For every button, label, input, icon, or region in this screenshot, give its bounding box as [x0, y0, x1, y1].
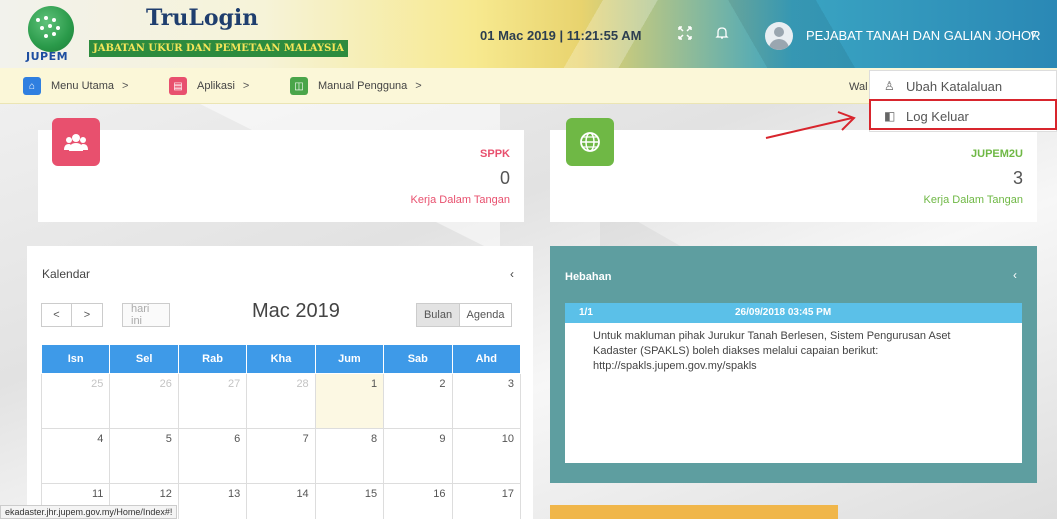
breadcrumb-label: Menu Utama: [51, 80, 114, 92]
month-view-button[interactable]: Bulan: [416, 303, 460, 327]
breadcrumb-separator: >: [415, 80, 422, 92]
day-header: Isn: [40, 344, 111, 374]
datetime: 01 Mac 2019 | 11:21:55 AM: [480, 28, 642, 43]
calendar-day[interactable]: 8: [314, 428, 385, 484]
book-icon: ◫: [290, 77, 308, 95]
breadcrumb-label: Aplikasi: [197, 80, 235, 92]
welcome-text: Wal: [849, 81, 868, 93]
day-header: Rab: [177, 344, 248, 374]
status-bar-url: ekadaster.jhr.jupem.gov.my/Home/Index#!: [0, 505, 178, 519]
globe-icon: [566, 118, 614, 166]
day-header: Sel: [109, 344, 179, 374]
collapse-icon[interactable]: ‹: [1013, 268, 1017, 282]
calendar-day[interactable]: 28: [246, 373, 316, 429]
chevron-down-icon[interactable]: ˅: [1030, 28, 1037, 42]
calendar-day[interactable]: 2: [383, 373, 453, 429]
menu-item-label: Ubah Katalaluan: [906, 78, 1003, 94]
breadcrumb-manual-pengguna[interactable]: ◫ Manual Pengguna >: [290, 77, 422, 95]
calendar-day[interactable]: 15: [314, 483, 385, 519]
calendar-day[interactable]: 25: [40, 373, 111, 429]
calendar-day-today[interactable]: 1: [314, 373, 385, 429]
agenda-view-button[interactable]: Agenda: [460, 303, 512, 327]
annotation-highlight-box: [869, 99, 1057, 130]
stat-title: JUPEM2U: [971, 148, 1023, 160]
user-icon: ♙: [884, 79, 895, 93]
calendar-day[interactable]: 6: [177, 428, 248, 484]
calendar-day[interactable]: 16: [383, 483, 453, 519]
stat-subtitle[interactable]: Kerja Dalam Tangan: [411, 194, 510, 206]
brand-title: TruLogin: [146, 5, 259, 31]
announcement-link[interactable]: http://spakls.jupem.gov.my/spakls: [593, 359, 1006, 374]
day-header: Jum: [314, 344, 385, 374]
calendar-day[interactable]: 5: [109, 428, 179, 484]
stat-title: SPPK: [480, 148, 510, 160]
collapse-icon[interactable]: ‹: [510, 267, 514, 281]
app-icon: ▤: [169, 77, 187, 95]
expand-icon[interactable]: [676, 26, 694, 44]
bottom-widget: [550, 505, 838, 519]
user-name[interactable]: PEJABAT TANAH DAN GALIAN JOHOR: [806, 28, 1041, 43]
stat-count: 3: [1012, 168, 1023, 188]
day-header: Ahd: [451, 344, 522, 374]
calendar-day[interactable]: 14: [246, 483, 316, 519]
stat-subtitle[interactable]: Kerja Dalam Tangan: [924, 194, 1023, 206]
today-button[interactable]: hari ini: [122, 303, 170, 327]
breadcrumb-separator: >: [121, 80, 129, 92]
annotation-arrow-icon: [765, 111, 856, 139]
announcement-text: Kadaster (SPAKLS) boleh diakses melalui …: [593, 345, 879, 357]
announcement-text: Untuk makluman pihak Jurukur Tanah Berle…: [593, 330, 951, 342]
bell-icon[interactable]: [713, 26, 731, 44]
calendar-day[interactable]: 3: [451, 373, 522, 429]
prev-month-button[interactable]: <: [41, 303, 72, 327]
menu-item-ubah-katalaluan[interactable]: ♙ Ubah Katalaluan: [870, 71, 1056, 101]
calendar-day[interactable]: 17: [451, 483, 522, 519]
top-header: JUPEM TruLogin JABATAN UKUR DAN PEMETAAN…: [0, 0, 1057, 68]
calendar-day[interactable]: 9: [383, 428, 453, 484]
breadcrumb-menu-utama[interactable]: ⌂ Menu Utama >: [23, 77, 128, 95]
calendar-day[interactable]: 26: [109, 373, 179, 429]
next-month-button[interactable]: >: [72, 303, 103, 327]
calendar-day[interactable]: 27: [177, 373, 248, 429]
announcement-item: 1/1 26/09/2018 03:45 PM Untuk makluman p…: [565, 303, 1022, 463]
stat-card-sppk[interactable]: SPPK 0 Kerja Dalam Tangan: [38, 118, 524, 222]
calendar-title: Kalendar: [42, 267, 91, 281]
breadcrumb-aplikasi[interactable]: ▤ Aplikasi >: [169, 77, 249, 95]
logo-text: JUPEM: [26, 50, 69, 63]
breadcrumb-separator: >: [242, 80, 250, 92]
stat-count: 0: [499, 168, 510, 188]
home-icon: ⌂: [23, 77, 41, 95]
breadcrumb-label: Manual Pengguna: [318, 80, 408, 92]
day-header: Sab: [383, 344, 453, 374]
user-avatar[interactable]: [765, 22, 793, 50]
announcement-date: 26/09/2018 03:45 PM: [735, 307, 832, 318]
calendar-grid: Isn Sel Rab Kha Jum Sab Ahd 25 26 27 28 …: [40, 344, 522, 519]
announcement-index: 1/1: [579, 307, 593, 318]
announcement-title: Hebahan: [565, 271, 612, 283]
announcement-panel: Hebahan ‹ 1/1 26/09/2018 03:45 PM Untuk …: [550, 246, 1037, 483]
day-header: Kha: [246, 344, 316, 374]
calendar-day[interactable]: 10: [451, 428, 522, 484]
calendar-day[interactable]: 4: [40, 428, 111, 484]
brand-subtitle: JABATAN UKUR DAN PEMETAAN MALAYSIA: [89, 40, 348, 57]
jupem-logo[interactable]: JUPEM: [22, 6, 80, 64]
calendar-day[interactable]: 13: [177, 483, 248, 519]
calendar-month-label: Mac 2019: [252, 300, 340, 322]
calendar-day[interactable]: 7: [246, 428, 316, 484]
users-icon: [52, 118, 100, 166]
